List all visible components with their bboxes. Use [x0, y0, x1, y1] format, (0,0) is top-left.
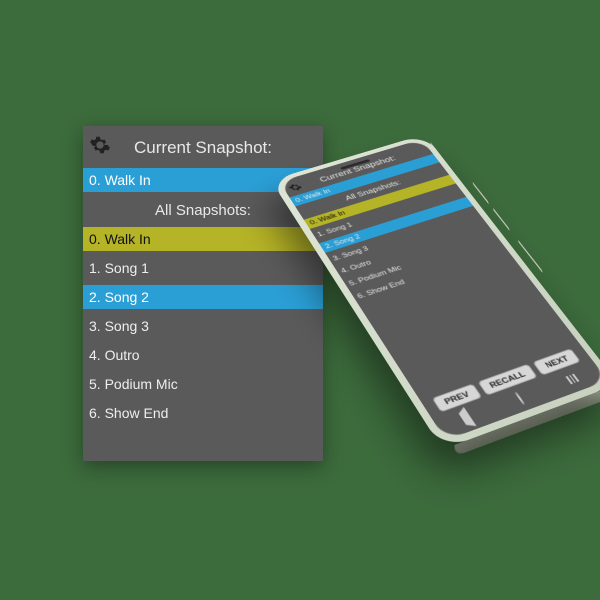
current-snapshot-heading: Current Snapshot: [83, 126, 323, 166]
phone-screen: Current Snapshot: 0. Walk In All Snapsho… [279, 139, 600, 440]
volume-up-button[interactable] [473, 182, 489, 205]
volume-down-button[interactable] [493, 208, 510, 232]
back-icon[interactable] [459, 411, 474, 425]
snapshot-row[interactable]: 4. Outro [83, 343, 323, 367]
recents-icon[interactable] [566, 374, 580, 384]
snapshot-row[interactable]: 5. Podium Mic [83, 372, 323, 396]
snapshot-row[interactable]: 0. Walk In [83, 227, 323, 251]
snapshot-list: 0. Walk In 1. Song 1 2. Song 2 3. Song 3 4. … [83, 227, 323, 425]
snapshot-row[interactable]: 6. Show End [83, 401, 323, 425]
snapshot-row[interactable]: 3. Song 3 [83, 314, 323, 338]
snapshot-row[interactable]: 1. Song 1 [83, 256, 323, 280]
home-icon[interactable] [515, 392, 525, 404]
snapshot-row[interactable]: 2. Song 2 [83, 285, 323, 309]
gear-icon[interactable] [89, 134, 111, 156]
